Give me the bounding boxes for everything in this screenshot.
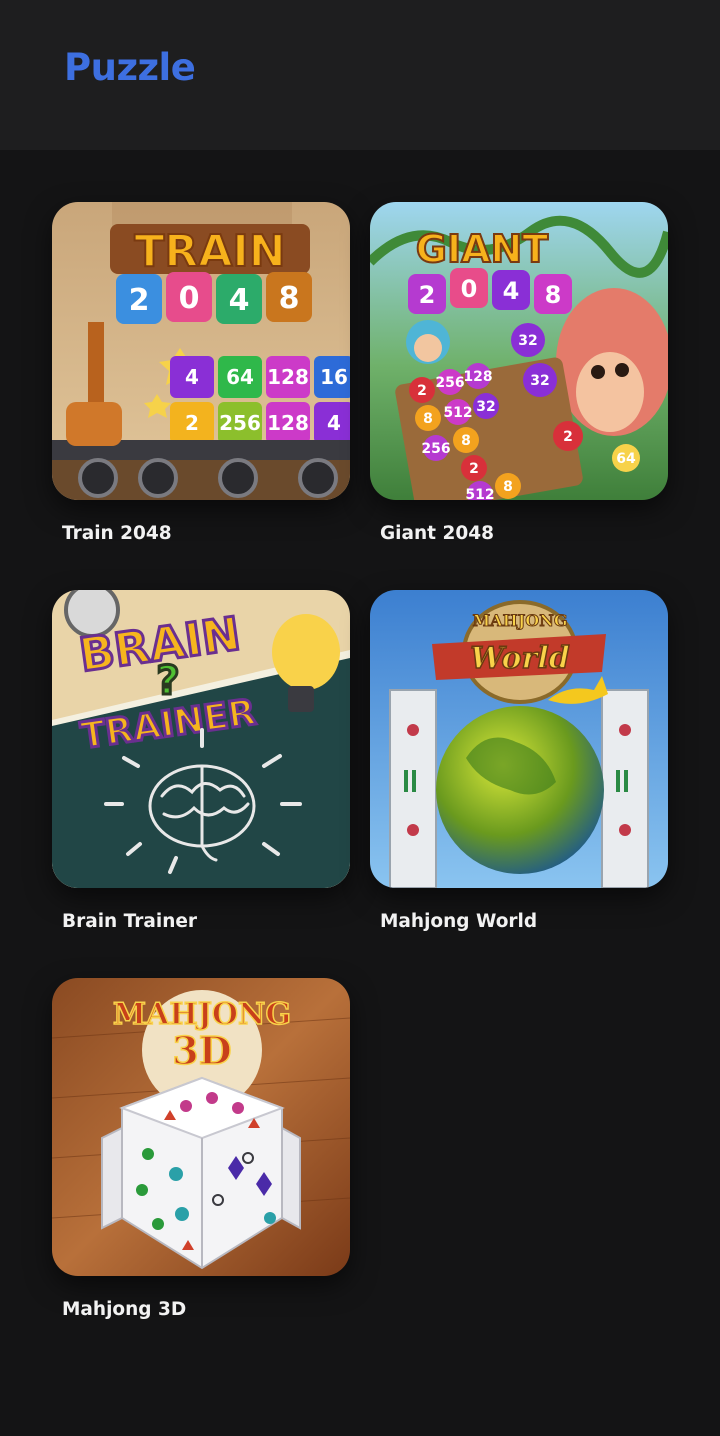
art-tile: 4 — [503, 277, 520, 305]
game-card-brain-trainer[interactable]: BRAIN ? TRAINER Brain Trainer — [52, 538, 350, 932]
brain-trainer-artwork: BRAIN ? TRAINER — [52, 590, 350, 888]
art-title: MAHJONG — [113, 997, 291, 1032]
art-tile: 8 — [545, 281, 562, 309]
art-tile: 256 — [421, 441, 450, 457]
game-thumbnail[interactable]: GIANT 2 0 4 8 32 32 2 256 128 8 512 32 2… — [370, 202, 668, 500]
art-tile: 2 — [419, 281, 436, 309]
art-tile: 64 — [226, 365, 254, 389]
art-tile: 256 — [435, 375, 464, 391]
game-card-giant-2048[interactable]: GIANT 2 0 4 8 32 32 2 256 128 8 512 32 2… — [370, 150, 668, 544]
game-card-mahjong-3d[interactable]: MAHJONG 3D Mahjong 3D — [52, 926, 350, 1320]
mahjong-world-artwork: MAHJONG World — [370, 590, 668, 888]
art-tile: 8 — [503, 479, 513, 495]
art-tile: 128 — [267, 411, 309, 435]
art-title: World — [470, 641, 569, 676]
game-title[interactable]: Mahjong 3D — [62, 1299, 186, 1320]
game-title[interactable]: Mahjong World — [380, 911, 537, 932]
art-tile: 32 — [476, 399, 495, 415]
art-tile: 512 — [465, 487, 494, 500]
art-tile: 512 — [443, 405, 472, 421]
art-tile: 4 — [327, 411, 341, 435]
art-tile: 2 — [563, 429, 573, 445]
game-thumbnail[interactable]: BRAIN ? TRAINER — [52, 590, 350, 888]
art-tile: 2 — [185, 411, 199, 435]
game-thumbnail[interactable]: TRAIN 2 0 4 8 4 64 128 16 2 256 128 4 — [52, 202, 350, 500]
art-tile: 4 — [185, 365, 199, 389]
art-tile: 4 — [229, 283, 250, 318]
game-thumbnail[interactable]: MAHJONG 3D — [52, 978, 350, 1276]
art-tile: 64 — [616, 451, 636, 467]
art-title: GIANT — [416, 227, 549, 271]
art-tile: 32 — [530, 373, 549, 389]
art-tile: 2 — [469, 461, 479, 477]
art-tile: 0 — [461, 275, 478, 303]
art-tile: 32 — [518, 333, 537, 349]
art-title: 3D — [172, 1028, 231, 1073]
art-tile: 16 — [320, 365, 348, 389]
art-tile: 8 — [461, 433, 471, 449]
art-tile: 128 — [463, 369, 492, 385]
art-tile: 8 — [423, 411, 433, 427]
art-tile: 256 — [219, 411, 261, 435]
games-grid: TRAIN 2 0 4 8 4 64 128 16 2 256 128 4 Tr… — [0, 150, 720, 1436]
giant-2048-artwork: GIANT 2 0 4 8 32 32 2 256 128 8 512 32 2… — [370, 202, 668, 500]
art-tile: 2 — [417, 383, 427, 399]
art-title: MAHJONG — [472, 611, 567, 630]
art-tile: 0 — [179, 281, 200, 316]
art-tile: 128 — [267, 365, 309, 389]
art-tile: 8 — [279, 281, 300, 316]
game-thumbnail[interactable]: MAHJONG World — [370, 590, 668, 888]
train-2048-artwork: TRAIN 2 0 4 8 4 64 128 16 2 256 128 4 — [52, 202, 350, 500]
game-card-train-2048[interactable]: TRAIN 2 0 4 8 4 64 128 16 2 256 128 4 Tr… — [52, 150, 350, 544]
app-header: Puzzle — [0, 0, 720, 150]
art-title: TRAIN — [134, 226, 285, 277]
mahjong-3d-artwork: MAHJONG 3D — [52, 978, 350, 1276]
game-card-mahjong-world[interactable]: MAHJONG World Mahjong World — [370, 538, 668, 932]
art-question-mark: ? — [156, 658, 179, 704]
art-tile: 2 — [129, 283, 150, 318]
page-title: Puzzle — [64, 46, 196, 89]
